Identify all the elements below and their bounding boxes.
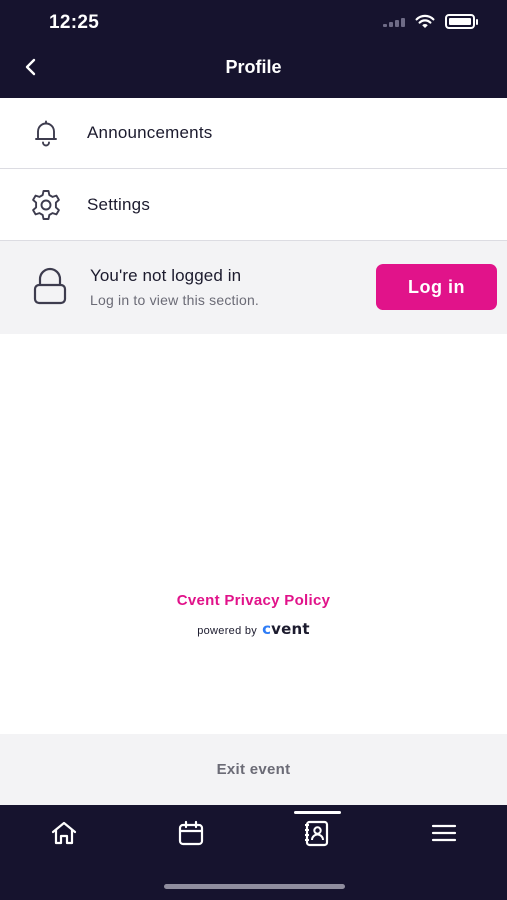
calendar-icon [178,820,204,845]
tab-menu[interactable] [414,805,474,860]
powered-by-text: powered by [197,625,258,637]
privacy-policy-link[interactable]: Cvent Privacy Policy [0,592,507,609]
menu-item-label: Settings [87,195,151,214]
exit-event-label: Exit event [216,761,291,778]
menu-icon [431,824,457,841]
tab-agenda[interactable] [161,805,221,860]
not-logged-in-title: You're not logged in [90,266,242,285]
gear-icon [32,190,60,220]
menu-item-settings[interactable]: Settings [0,170,507,241]
powered-by: powered by cvent [0,620,507,638]
battery-icon [445,14,478,29]
menu-item-label: Announcements [87,123,213,142]
bell-icon [35,120,57,147]
menu-item-announcements[interactable]: Announcements [0,98,507,169]
home-indicator [164,884,345,889]
exit-event-button[interactable]: Exit event [0,734,507,805]
wifi-icon [415,14,435,28]
tab-home[interactable] [34,805,94,860]
profile-badge-icon [305,820,329,846]
cvent-logo: cvent [262,620,310,638]
cellular-signal-icon [383,17,405,27]
home-icon [51,821,77,844]
tab-profile[interactable] [287,805,347,860]
login-button[interactable]: Log in [376,264,497,310]
not-logged-in-subtitle: Log in to view this section. [90,292,260,308]
app-header: 12:25 Profile [0,0,507,98]
status-icons [383,14,478,29]
page-title: Profile [225,57,282,77]
status-time: 12:25 [49,12,100,33]
lock-icon [33,267,67,305]
